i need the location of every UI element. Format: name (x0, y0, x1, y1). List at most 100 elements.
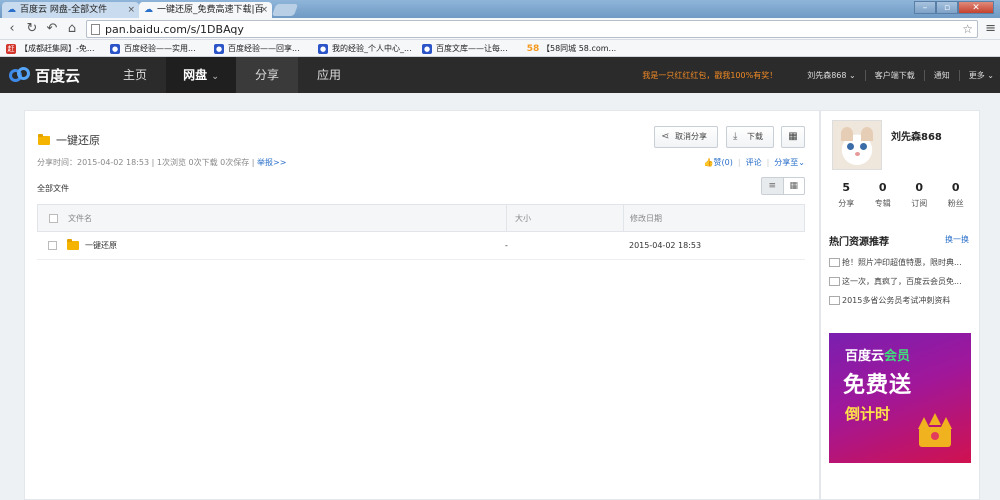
bookmark-label: 百度经验——回享... (228, 44, 300, 53)
bookmark-label: 【成都赶集网】-免... (20, 44, 95, 53)
tab-close-icon[interactable]: × (260, 2, 268, 18)
nav-apps[interactable]: 应用 (298, 57, 360, 93)
new-tab-button[interactable] (271, 4, 299, 16)
window-controls: – ▫ ✕ (914, 1, 994, 15)
nav-netdisk[interactable]: 网盘 ⌄ (166, 57, 236, 93)
stat-shares[interactable]: 5 分享 (828, 181, 865, 209)
refresh-hot-link[interactable]: 换一换 (945, 234, 969, 245)
share-meta-text: 分享时间：2015-04-02 18:53 | 1次浏览 0次下载 0次保存 | (37, 158, 258, 167)
stat-label: 粉丝 (947, 199, 964, 208)
download-button[interactable]: ⤓ 下载 (726, 126, 774, 148)
bookmark-label: 【58同城 58.com... (542, 44, 617, 53)
nav-netdisk-label: 网盘 (183, 68, 208, 82)
share-title-text: 一键还原 (56, 134, 100, 147)
column-header-date[interactable]: 修改日期 (623, 205, 662, 232)
bookmark-item[interactable]: ● 我的经验_个人中心_... (318, 42, 412, 56)
notifications-link[interactable]: 通知 (923, 69, 950, 81)
red-packet-promo-link[interactable]: 我是一只红红红包，戳我100%有奖！ (642, 70, 777, 81)
window-close-button[interactable]: ✕ (958, 1, 994, 14)
view-toggle: ≡ ▦ (761, 177, 805, 195)
minimize-button[interactable]: – (914, 1, 936, 14)
chevron-down-icon: ⌄ (211, 72, 219, 82)
vip-ad-banner[interactable]: 百度云会员 免费送 倒计时 (829, 333, 971, 463)
baidu-paw-icon: ● (214, 44, 224, 54)
ad-line-1: 百度云会员 (845, 345, 910, 364)
bookmark-label: 我的经验_个人中心_... (332, 44, 412, 53)
site-header: 百度云 主页 网盘 ⌄ 分享 应用 我是一只红红红包，戳我100%有奖！ 刘先森… (0, 57, 1000, 93)
url-text[interactable]: pan.baidu.com/s/1DBAqy (105, 22, 244, 37)
reload-icon[interactable]: ↻ (24, 21, 40, 37)
more-menu[interactable]: 更多 ⌄ (958, 69, 994, 81)
bookmark-item[interactable]: ● 百度文库——让每... (422, 42, 508, 56)
nav-home[interactable]: 主页 (104, 57, 166, 93)
baidu-cloud-logo[interactable]: 百度云 (9, 66, 80, 85)
report-link[interactable]: 举报>> (257, 158, 286, 167)
browser-toolbar: ‹ ↻ ↶ ⌂ pan.baidu.com/s/1DBAqy ☆ ≡ (0, 18, 1000, 40)
breadcrumb-all-files[interactable]: 全部文件 (37, 183, 69, 194)
select-all-checkbox[interactable] (49, 214, 58, 223)
column-header-name[interactable]: 文件名 (68, 205, 92, 232)
stat-label: 分享 (838, 199, 855, 208)
ad-line-3: 倒计时 (845, 405, 891, 423)
nav-share[interactable]: 分享 (236, 57, 298, 93)
file-name-cell[interactable]: 一键还原 (67, 232, 117, 259)
list-view-icon[interactable]: ≡ (762, 178, 784, 194)
browser-tab-2-active[interactable]: ☁ 一键还原_免费高速下载|百 × (139, 2, 272, 18)
profile-username[interactable]: 刘先森868 (891, 128, 942, 143)
chevron-down-icon: ⌄ (849, 70, 856, 80)
bookmark-item[interactable]: 58 【58同城 58.com... (526, 42, 616, 56)
58-logo-icon: 58 (526, 44, 540, 54)
back-arrow-icon[interactable]: ‹ (4, 21, 20, 37)
address-bar[interactable]: pan.baidu.com/s/1DBAqy ☆ (86, 20, 978, 38)
folder-icon (67, 239, 79, 250)
bookmarks-bar: 赶 【成都赶集网】-免... ● 百度经验——实用... ● 百度经验——回享.… (0, 40, 1000, 57)
user-name: 刘先森868 (807, 70, 847, 80)
file-date-cell: 2015-04-02 18:53 (629, 241, 702, 250)
document-icon (829, 258, 840, 267)
browser-tab-1[interactable]: ☁ 百度云 网盘-全部文件 × (2, 2, 139, 18)
avatar[interactable] (832, 120, 882, 170)
share-to-label: 分享至 (774, 158, 799, 167)
bookmark-label: 百度经验——实用... (124, 44, 196, 53)
document-icon (829, 296, 840, 305)
like-link[interactable]: 赞(0) (714, 158, 733, 167)
bookmark-item[interactable]: ● 百度经验——实用... (110, 42, 196, 56)
thumbs-up-icon: 👍 (703, 158, 714, 167)
stat-albums[interactable]: 0 专辑 (865, 181, 902, 209)
tab-close-icon[interactable]: × (127, 2, 135, 18)
stat-subscriptions[interactable]: 0 订阅 (901, 181, 938, 209)
ad-line-1-text: 百度云 (845, 349, 885, 364)
table-header: 文件名 大小 修改日期 (37, 204, 805, 232)
column-header-size[interactable]: 大小 (506, 205, 531, 232)
table-row[interactable]: 一键还原 - 2015-04-02 18:53 (37, 232, 805, 260)
comment-link[interactable]: 评论 (746, 158, 762, 167)
profile-stats: 5 分享 0 专辑 0 订阅 0 粉丝 (828, 181, 974, 209)
list-item[interactable]: 2015多省公务员考试冲刺资料 (829, 291, 975, 310)
cancel-share-button[interactable]: ⋖ 取消分享 (654, 126, 718, 148)
chevron-down-icon: ⌄ (798, 158, 805, 167)
download-icon: ⤓ (733, 131, 738, 142)
row-checkbox[interactable] (48, 241, 57, 250)
grid-view-icon[interactable]: ▦ (784, 178, 805, 194)
hot-resources-title: 热门资源推荐 (829, 237, 889, 248)
ganji-icon: 赶 (6, 44, 16, 54)
share-panel: 一键还原 ⋖ 取消分享 ⤓ 下载 ▦ 分享时间：2015-04-02 18:53… (24, 110, 820, 500)
share-icon: ⋖ (661, 131, 670, 142)
maximize-button[interactable]: ▫ (936, 1, 958, 14)
browser-menu-icon[interactable]: ≡ (985, 21, 996, 37)
page-icon (91, 24, 100, 35)
share-to-link[interactable]: 分享至⌄ (774, 158, 805, 167)
bookmark-item[interactable]: 赶 【成都赶集网】-免... (6, 42, 95, 56)
bookmark-star-icon[interactable]: ☆ (962, 21, 973, 37)
list-item[interactable]: 这一次，真疯了，百度云会员免... (829, 272, 975, 291)
stat-fans[interactable]: 0 粉丝 (938, 181, 975, 209)
home-icon[interactable]: ⌂ (64, 21, 80, 37)
qr-code-button[interactable]: ▦ (781, 126, 805, 148)
undo-icon[interactable]: ↶ (44, 21, 60, 37)
list-item[interactable]: 抢！照片冲印超值特惠，限时典... (829, 253, 975, 272)
client-download-link[interactable]: 客户端下载 (864, 69, 915, 81)
bookmark-item[interactable]: ● 百度经验——回享... (214, 42, 300, 56)
user-menu[interactable]: 刘先森868 ⌄ (798, 70, 856, 81)
main-nav: 主页 网盘 ⌄ 分享 应用 (104, 57, 360, 93)
file-name[interactable]: 一键还原 (85, 232, 117, 259)
